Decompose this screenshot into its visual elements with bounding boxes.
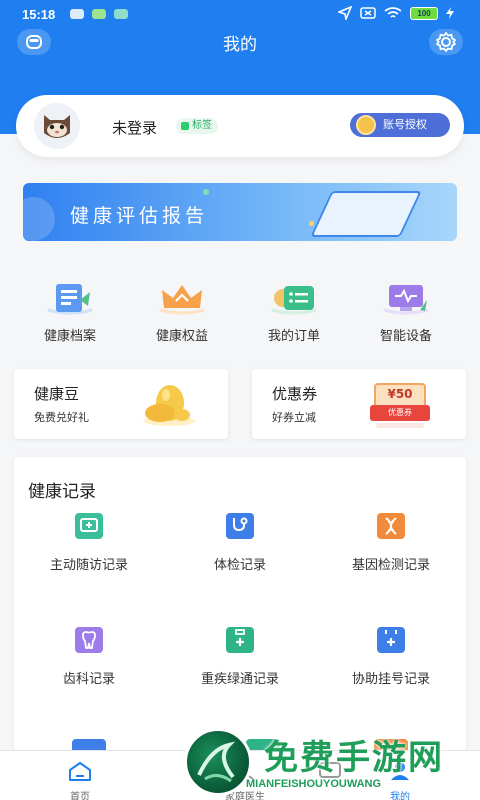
menu-my-orders[interactable]: 我的订单 xyxy=(238,280,350,344)
banner-decoration xyxy=(23,197,55,241)
watermark-subtitle: MIANFEISHOUYOUWANG xyxy=(246,778,382,790)
location-icon xyxy=(338,6,352,20)
status-bar: 15:18 100 xyxy=(0,0,480,28)
menu-label: 智能设备 xyxy=(379,329,432,344)
battery-icon: 100 xyxy=(410,6,438,20)
record-label: 重疾绿通记录 xyxy=(200,672,279,687)
profile-card[interactable]: 未登录 标签 账号授权 xyxy=(16,95,464,157)
quick-menu: 健康档案 健康权益 我的订单 智能设备 xyxy=(0,280,480,344)
app-notification-icon xyxy=(92,9,106,19)
calendar-plus-icon xyxy=(377,627,405,653)
message-notification-icon xyxy=(114,9,128,19)
clipboard-icon xyxy=(310,191,422,237)
followup-icon xyxy=(75,513,103,539)
smart-device-icon xyxy=(380,280,432,316)
status-time: 15:18 xyxy=(22,7,56,22)
watermark-logo-icon xyxy=(197,741,236,783)
user-tag: 标签 xyxy=(176,118,218,134)
card-subtitle: 免费兑好礼 xyxy=(34,411,89,424)
coin-icon xyxy=(356,115,376,135)
record-gene-test[interactable]: 基因检测记录 xyxy=(316,513,466,573)
section-title: 健康记录 xyxy=(28,482,96,502)
record-label: 齿科记录 xyxy=(62,672,115,687)
record-physical-exam[interactable]: 体检记录 xyxy=(165,513,315,573)
card-subtitle: 好券立减 xyxy=(272,411,316,424)
record-dental[interactable]: 齿科记录 xyxy=(14,627,164,687)
sim-icon xyxy=(360,7,376,19)
wifi-icon xyxy=(384,6,402,18)
banner-text: 健康评估报告 xyxy=(70,205,209,227)
home-icon xyxy=(69,762,91,781)
watermark-title: 免费手游网 xyxy=(264,738,444,778)
page-title: 我的 xyxy=(223,35,257,55)
menu-label: 健康档案 xyxy=(43,329,96,344)
status-icons: 100 xyxy=(338,6,454,20)
login-status[interactable]: 未登录 xyxy=(112,117,157,138)
record-label: 协助挂号记录 xyxy=(351,672,430,687)
tab-label: 首页 xyxy=(70,792,90,800)
record-label: 主动随访记录 xyxy=(49,558,128,573)
account-auth-label: 账号授权 xyxy=(383,118,427,131)
menu-smart-device[interactable]: 智能设备 xyxy=(350,280,462,344)
record-registration[interactable]: 协助挂号记录 xyxy=(316,627,466,687)
notification-icon xyxy=(70,9,84,19)
bean-icon xyxy=(143,385,195,426)
menu-health-file[interactable]: 健康档案 xyxy=(14,280,126,344)
account-auth-button[interactable]: 账号授权 xyxy=(350,113,450,137)
watermark-logo xyxy=(184,728,252,796)
avatar[interactable] xyxy=(34,103,80,149)
banner-decoration xyxy=(309,221,314,226)
card-title: 优惠券 xyxy=(272,385,318,403)
record-label: 体检记录 xyxy=(213,558,266,573)
coupon-card[interactable]: 优惠券 好券立减 ¥50 优惠券 xyxy=(252,369,466,439)
order-list-icon xyxy=(268,280,320,316)
coupon-icon: ¥50 优惠券 xyxy=(370,381,430,429)
stethoscope-icon xyxy=(226,513,254,539)
health-bean-card[interactable]: 健康豆 免费兑好礼 xyxy=(14,369,228,439)
card-title: 健康豆 xyxy=(34,385,80,403)
menu-label: 健康权益 xyxy=(155,329,208,344)
record-label: 基因检测记录 xyxy=(351,558,430,573)
dna-icon xyxy=(377,513,405,539)
health-report-banner[interactable]: 健康评估报告 xyxy=(23,183,457,241)
health-file-icon xyxy=(44,280,96,316)
menu-label: 我的订单 xyxy=(267,329,320,344)
watermark: 免费手游网 MIANFEISHOUYOUWANG xyxy=(184,728,474,800)
medkit-icon xyxy=(226,627,254,653)
crown-icon xyxy=(156,280,208,316)
coupon-label: 优惠券 xyxy=(388,408,412,417)
menu-health-rights[interactable]: 健康权益 xyxy=(126,280,238,344)
tooth-icon xyxy=(75,627,103,653)
coupon-value: ¥50 xyxy=(387,387,413,401)
charging-icon xyxy=(446,7,454,19)
gear-icon xyxy=(436,32,456,52)
record-critical-illness[interactable]: 重疾绿通记录 xyxy=(165,627,315,687)
banner-decoration xyxy=(203,189,209,195)
record-followup[interactable]: 主动随访记录 xyxy=(14,513,164,573)
cat-avatar-icon xyxy=(44,115,70,138)
settings-button[interactable] xyxy=(429,29,463,55)
tab-home[interactable]: 首页 xyxy=(20,761,140,800)
